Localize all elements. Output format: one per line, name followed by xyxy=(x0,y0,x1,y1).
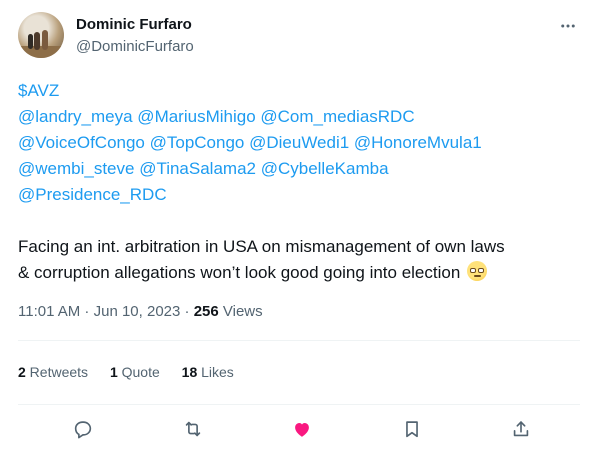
divider xyxy=(18,404,580,405)
meta-separator: · xyxy=(180,303,194,320)
mention-line[interactable]: @Presidence_RDC xyxy=(18,182,588,208)
likes-count: 18 xyxy=(181,364,198,380)
retweets-count: 2 xyxy=(18,364,26,380)
quotes-count: 1 xyxy=(109,364,118,380)
avatar[interactable] xyxy=(18,12,64,58)
retweet-icon[interactable] xyxy=(180,416,206,442)
tweet-paragraph-line: Facing an int. arbitration in USA on mis… xyxy=(18,237,505,256)
quotes-label: Quote xyxy=(117,364,160,380)
quotes-stat[interactable]: 1 Quote xyxy=(110,362,160,382)
tweet-meta: 11:01 AM · Jun 10, 2023 · 256 Views xyxy=(18,302,263,322)
tweet-header: Dominic Furfaro @DominicFurfaro xyxy=(18,12,586,60)
more-icon[interactable] xyxy=(558,16,578,36)
mention-line[interactable]: @wembi_steve @TinaSalama2 @CybelleKamba xyxy=(18,156,588,182)
tweet-paragraph-text: & corruption allegations won’t look good… xyxy=(18,263,461,282)
mention-line[interactable]: @landry_meya @MariusMihigo @Com_mediasRD… xyxy=(18,104,588,130)
author-handle[interactable]: @DominicFurfaro xyxy=(76,37,194,57)
reply-icon[interactable] xyxy=(70,416,96,442)
tweet-date[interactable]: Jun 10, 2023 xyxy=(94,303,181,320)
tweet-time[interactable]: 11:01 AM xyxy=(18,303,80,320)
bookmark-icon[interactable] xyxy=(399,416,425,442)
likes-stat[interactable]: 18 Likes xyxy=(182,362,234,382)
action-bar xyxy=(18,414,580,444)
meta-separator: · xyxy=(80,303,94,320)
engagement-stats: 2 Retweets 1 Quote 18 Likes xyxy=(18,362,252,382)
author-names: Dominic Furfaro @DominicFurfaro xyxy=(76,15,194,57)
author-display-name[interactable]: Dominic Furfaro xyxy=(76,15,194,35)
tweet-card: Dominic Furfaro @DominicFurfaro $AVZ @la… xyxy=(0,0,598,454)
retweets-stat[interactable]: 2 Retweets xyxy=(18,362,88,382)
likes-label: Likes xyxy=(197,364,234,380)
cashtag-link[interactable]: $AVZ xyxy=(18,78,588,104)
views-label: Views xyxy=(218,303,263,320)
tweet-text: $AVZ @landry_meya @MariusMihigo @Com_med… xyxy=(18,78,588,286)
views-count: 256 xyxy=(193,303,219,320)
share-icon[interactable] xyxy=(508,416,534,442)
mention-line[interactable]: @VoiceOfCongo @TopCongo @DieuWedi1 @Hono… xyxy=(18,130,588,156)
divider xyxy=(18,340,580,341)
rolling-eyes-emoji-icon xyxy=(467,261,488,281)
retweets-label: Retweets xyxy=(25,364,89,380)
like-icon[interactable] xyxy=(289,416,315,442)
tweet-paragraph-line: & corruption allegations won’t look good… xyxy=(18,260,588,286)
